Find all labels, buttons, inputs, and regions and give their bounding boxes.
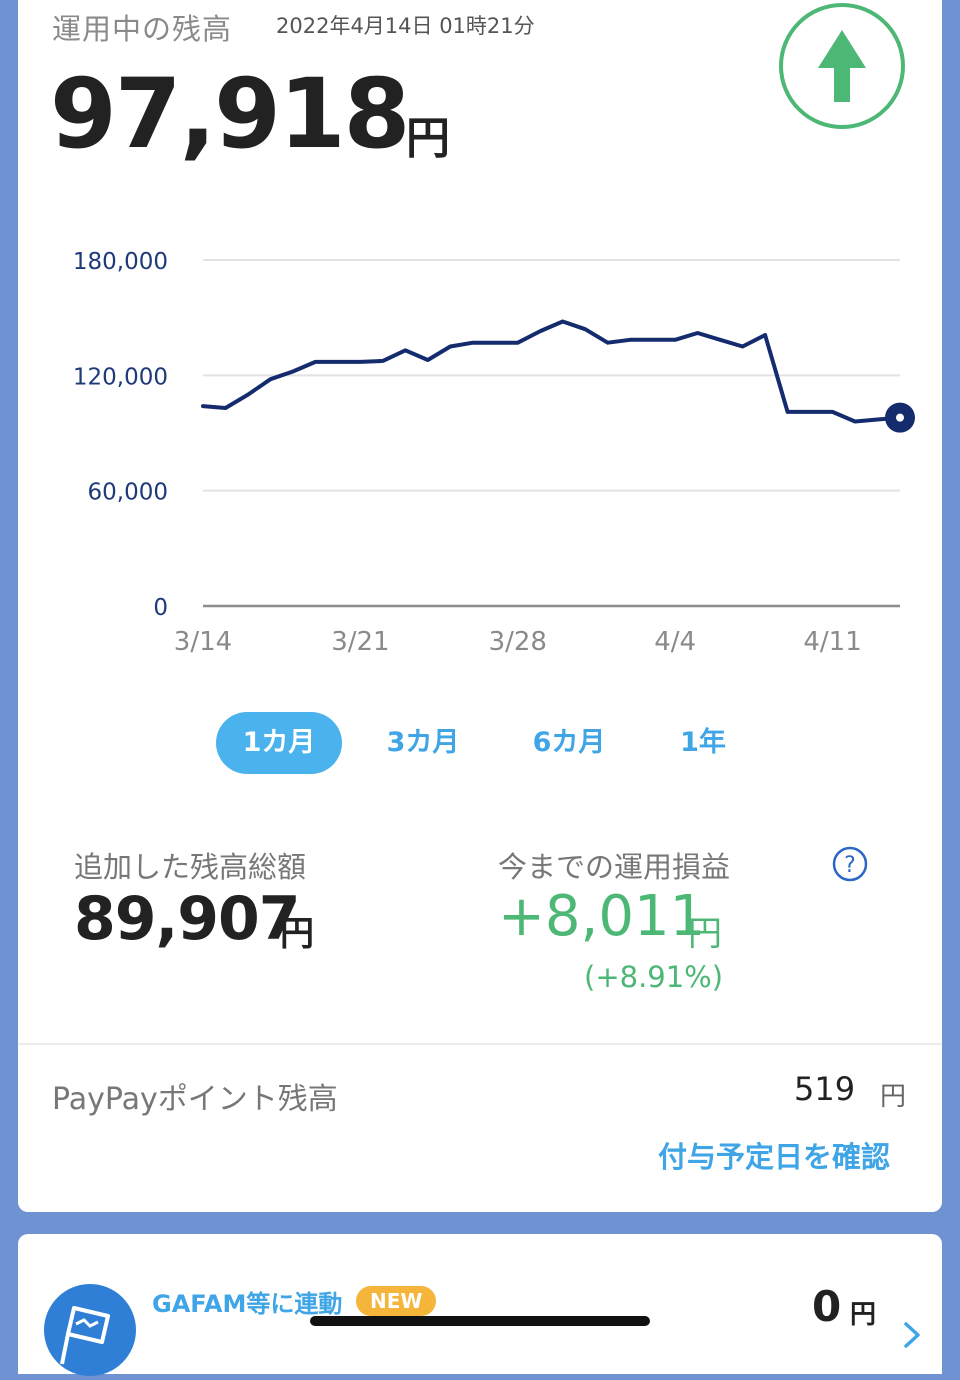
- y-tick-label: 0: [153, 595, 168, 621]
- gafam-label: GAFAM等に連動: [152, 1290, 343, 1318]
- added-balance-unit: 円: [280, 914, 314, 954]
- profit-loss-percent: (+8.91%): [584, 960, 724, 994]
- check-grant-date-link[interactable]: 付与予定日を確認: [658, 1134, 890, 1176]
- gafam-unit: 円: [850, 1300, 877, 1330]
- balance-unit: 円: [406, 113, 450, 164]
- x-tick-label: 3/14: [174, 627, 232, 657]
- gafam-flag-icon: [44, 1284, 136, 1376]
- gafam-card[interactable]: GAFAM等に連動 NEW 0 円: [18, 1234, 942, 1376]
- gafam-value: 0: [812, 1282, 842, 1331]
- profit-loss-value: +8,011: [498, 884, 706, 949]
- paypay-points-label: PayPayポイント残高: [52, 1082, 338, 1117]
- home-indicator: [310, 1316, 650, 1326]
- latest-point-dot: [896, 413, 904, 422]
- profit-loss-label: 今までの運用損益: [498, 850, 731, 884]
- divider: [18, 1043, 942, 1045]
- profit-loss-unit: 円: [688, 914, 722, 954]
- balance-line-chart: 180,000 120,000 60,000 03/14 3/21 3/28 4/4 4/11: [73, 249, 915, 657]
- help-icon-glyph: ?: [844, 853, 856, 878]
- help-icon[interactable]: ?: [832, 846, 868, 882]
- y-tick-label: 60,000: [88, 480, 168, 506]
- y-tick-label: 120,000: [73, 364, 168, 390]
- balance-series-line: [201, 319, 902, 424]
- tab-3-months[interactable]: 3カ月: [368, 712, 478, 774]
- flag-icon: [60, 1306, 110, 1365]
- up-arrow-icon[interactable]: [778, 2, 906, 130]
- x-tick-label: 4/4: [654, 627, 696, 657]
- tab-1-year[interactable]: 1年: [658, 712, 748, 774]
- period-tabs: 1カ月 3カ月 6カ月 1年: [18, 712, 942, 776]
- page-title: 運用中の残高: [52, 12, 233, 46]
- added-balance-value: 89,907: [74, 884, 301, 954]
- chevron-right-icon[interactable]: [900, 1320, 924, 1350]
- x-tick-label: 3/21: [331, 627, 389, 657]
- added-balance-label: 追加した残高総額: [74, 850, 307, 884]
- paypay-points-value: 519: [794, 1070, 856, 1108]
- y-tick-label: 180,000: [73, 249, 168, 275]
- balance-value: 97,918: [50, 58, 410, 170]
- x-tick-label: 4/11: [803, 627, 861, 657]
- timestamp: 2022年4月14日 01時21分: [276, 14, 535, 38]
- balance-card: 運用中の残高 2022年4月14日 01時21分 97,918 円 180,00…: [18, 0, 942, 1212]
- new-badge: NEW: [356, 1286, 437, 1316]
- paypay-points-unit: 円: [880, 1082, 907, 1112]
- x-tick-label: 3/28: [489, 627, 547, 657]
- tab-1-month[interactable]: 1カ月: [216, 712, 342, 774]
- tab-6-months[interactable]: 6カ月: [514, 712, 624, 774]
